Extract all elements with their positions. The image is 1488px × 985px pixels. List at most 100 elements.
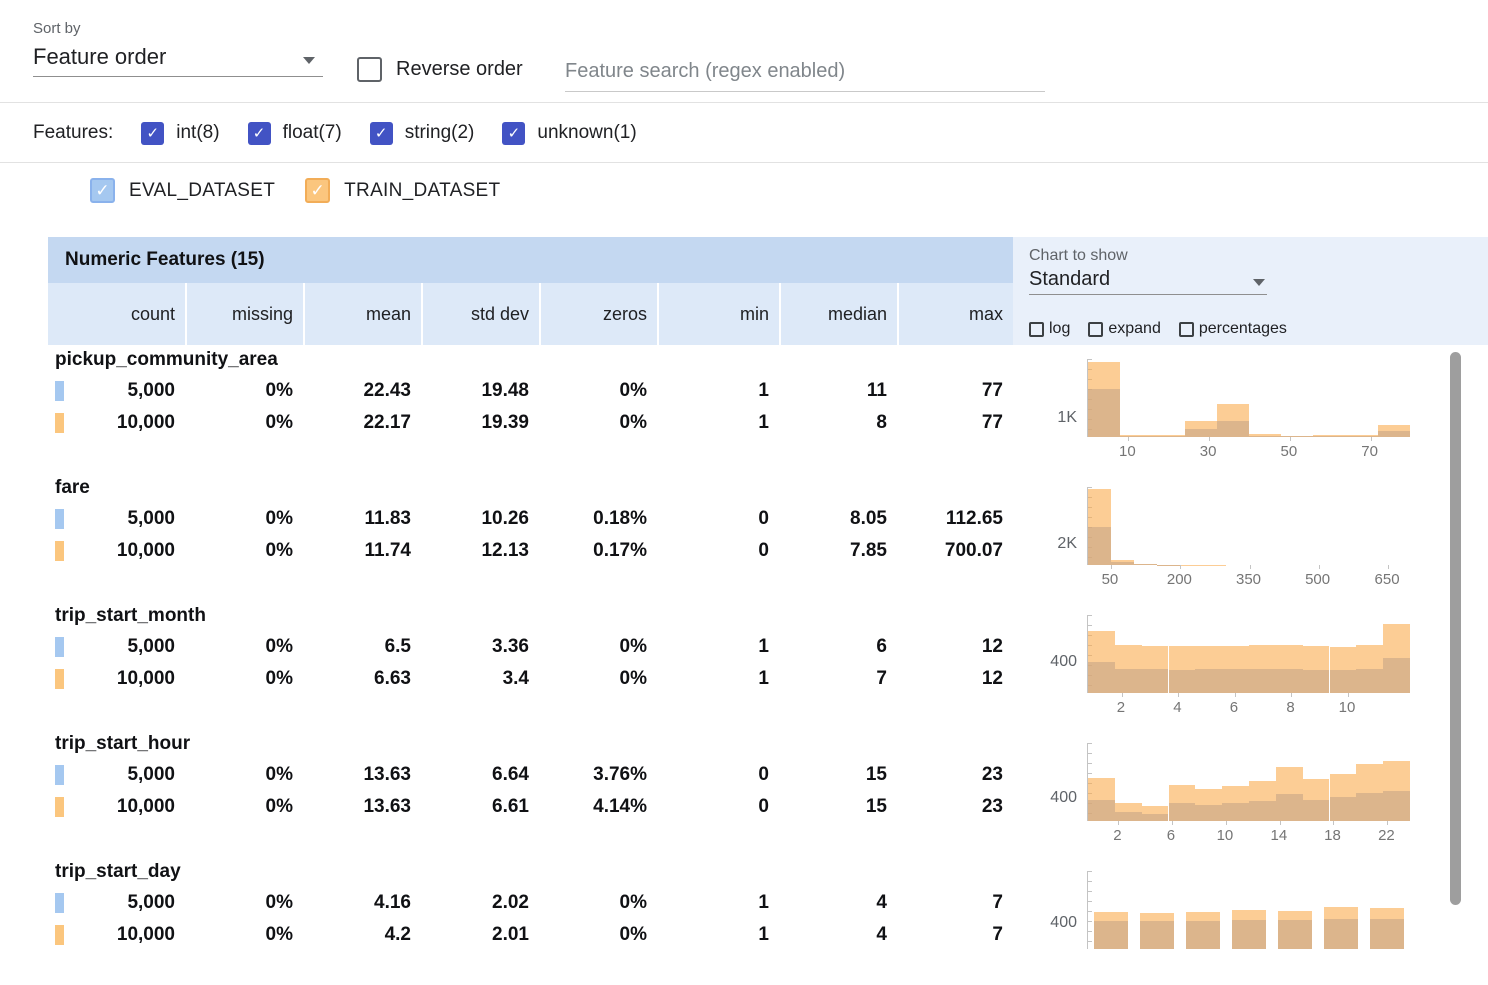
checkbox-checked-icon[interactable]: ✓ [248,122,271,145]
histogram-bin [1169,615,1196,693]
stat-zeros: 0% [539,887,657,919]
reverse-order-checkbox[interactable] [357,57,382,82]
histogram-bin [1249,487,1272,565]
stat-count: 10,000 [48,919,185,951]
feature-search-input[interactable] [565,52,1045,92]
stat-max: 12 [897,663,1013,695]
stat-std_dev: 19.48 [421,375,539,407]
reverse-order-control[interactable]: Reverse order [357,57,523,82]
stat-count: 10,000 [48,535,185,567]
histogram-bin [1134,487,1157,565]
x-axis-tick-label: 6 [1230,699,1238,716]
train-bar [1276,767,1303,821]
dataset-toggle-train-dataset[interactable]: ✓TRAIN_DATASET [305,178,500,203]
column-header-row: countmissingmeanstd devzerosminmedianmax [48,283,1013,345]
dataset-label: EVAL_DATASET [129,180,275,202]
train-bar [1195,646,1222,693]
histogram-bin [1088,487,1111,565]
x-axis-labels: 50200350500650 [1087,571,1410,591]
x-axis-tick-mark [1226,821,1227,825]
stat-row-train: 10,0000%13.636.614.14%01523 [48,791,1013,823]
stat-max: 112.65 [897,503,1013,535]
train-bar [1142,806,1169,821]
checkbox-empty-icon[interactable] [1179,322,1194,337]
x-axis-tick-label: 350 [1236,571,1261,588]
checkbox-empty-icon[interactable] [1029,322,1044,337]
sort-by-dropdown[interactable]: Feature order [33,39,323,77]
chart-option-checkboxes: log expand percentages [1029,320,1287,338]
chart-option-label: percentages [1199,320,1287,338]
stat-values-row: 5,0000%22.4319.480%11177 [48,375,1013,407]
train-bar [1134,564,1157,565]
stat-max: 12 [897,631,1013,663]
sort-by-control: Sort by Feature order [33,20,323,77]
train-bar [1140,913,1173,949]
y-axis-ticks [1088,871,1092,949]
checkbox-checked-icon[interactable]: ✓ [370,122,393,145]
histogram-bin [1324,871,1357,949]
feature-type-label: unknown(1) [537,122,636,144]
train-bar [1115,803,1142,821]
dataset-toggle-eval-dataset[interactable]: ✓ EVAL_DATASET [90,178,275,203]
checkbox-checked-icon[interactable]: ✓ [141,122,164,145]
stat-zeros: 0.18% [539,503,657,535]
histogram-bin [1356,743,1383,821]
scrollbar-thumb[interactable] [1450,352,1461,905]
stat-std_dev: 6.64 [421,759,539,791]
train-legend-swatch [55,797,64,817]
stat-values-row: 5,0000%13.636.643.76%01523 [48,759,1013,791]
stat-min: 1 [657,919,779,951]
train-bar [1088,362,1120,438]
histogram-bin [1295,487,1318,565]
stat-zeros: 0% [539,663,657,695]
stat-values-row: 10,0000%13.636.614.14%01523 [48,791,1013,823]
stat-count: 10,000 [48,663,185,695]
train-bar [1169,646,1196,693]
feature-name: trip_start_month [55,605,206,627]
stat-min: 0 [657,791,779,823]
stat-zeros: 0% [539,919,657,951]
chart-type-dropdown[interactable]: Standard [1029,265,1267,295]
sort-by-label: Sort by [33,20,323,37]
train-bar [1378,425,1410,437]
histogram-bin [1330,743,1357,821]
stat-mean: 11.83 [303,503,421,535]
histogram-bin [1272,487,1295,565]
chart-option-log[interactable]: log [1029,320,1070,338]
stat-median: 7 [779,663,897,695]
chart-option-expand[interactable]: expand [1088,320,1161,338]
histogram-bin [1115,615,1142,693]
stat-missing: 0% [185,631,303,663]
stat-values-row: 10,0000%22.1719.390%1877 [48,407,1013,439]
eval-legend-swatch [55,637,64,657]
feature-type-filter-float-7-[interactable]: ✓float(7) [248,122,342,145]
checkbox-empty-icon[interactable] [1088,322,1103,337]
column-header-min: min [657,283,779,345]
x-axis-tick-mark [1111,565,1112,569]
train-bar [1186,912,1219,949]
stat-mean: 22.17 [303,407,421,439]
histogram-bin [1276,615,1303,693]
stat-count: 10,000 [48,791,185,823]
x-axis-labels: 2610141822 [1087,827,1410,847]
histogram-bin [1318,487,1341,565]
dataset-toggle-bar: ✓ EVAL_DATASET ✓TRAIN_DATASET [0,164,1488,237]
feature-type-filter-unknown-1-[interactable]: ✓ unknown(1) [502,122,636,145]
checkbox-checked-icon[interactable]: ✓ [502,122,525,145]
chart-option-percentages[interactable]: percentages [1179,320,1287,338]
histogram-bin [1142,615,1169,693]
feature-type-filters: ✓int(8)✓float(7)✓string(2)✓unknown(1) [141,122,636,145]
train-legend-swatch [55,925,64,945]
histogram-bin [1226,487,1249,565]
stat-values-row: 10,0000%6.633.40%1712 [48,663,1013,695]
feature-type-filter-int-8-[interactable]: ✓int(8) [141,122,219,145]
checkbox-checked-icon[interactable]: ✓ [90,178,115,203]
x-axis-tick-mark [1172,821,1173,825]
checkbox-checked-icon[interactable]: ✓ [305,178,330,203]
stat-zeros: 0% [539,375,657,407]
stat-values-row: 5,0000%6.53.360%1612 [48,631,1013,663]
histogram-bin [1203,487,1226,565]
stat-median: 8 [779,407,897,439]
train-bar [1111,560,1134,565]
feature-type-filter-string-2-[interactable]: ✓string(2) [370,122,475,145]
